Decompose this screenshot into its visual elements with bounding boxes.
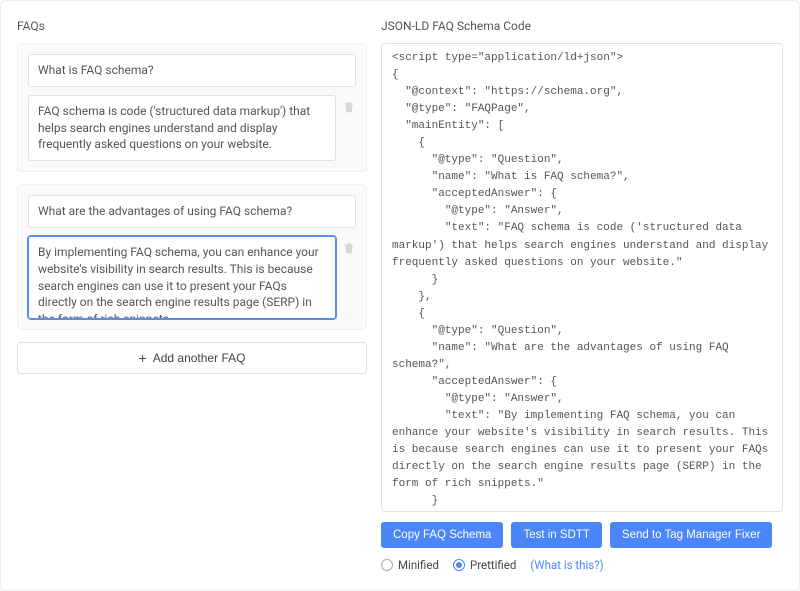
code-title: JSON-LD FAQ Schema Code: [381, 19, 783, 33]
copy-schema-button[interactable]: Copy FAQ Schema: [381, 522, 503, 548]
trash-icon[interactable]: [342, 99, 356, 115]
faq-question-input[interactable]: [28, 54, 356, 87]
faq-answer-input[interactable]: FAQ schema is code ('structured data mar…: [28, 95, 336, 161]
schema-code-output[interactable]: <script type="application/ld+json"> { "@…: [381, 43, 783, 512]
plus-icon: +: [139, 351, 147, 365]
minified-radio[interactable]: Minified: [381, 558, 439, 572]
format-radio-row: Minified Prettified (What is this?): [381, 558, 783, 572]
add-faq-label: Add another FAQ: [153, 351, 246, 365]
prettified-radio[interactable]: Prettified: [453, 558, 516, 572]
radio-icon: [381, 559, 393, 571]
faqs-title: FAQs: [17, 19, 367, 33]
what-is-this-link[interactable]: (What is this?): [530, 558, 603, 572]
action-buttons-row: Copy FAQ Schema Test in SDTT Send to Tag…: [381, 522, 783, 548]
faq-item: By implementing FAQ schema, you can enha…: [17, 184, 367, 330]
send-tag-manager-button[interactable]: Send to Tag Manager Fixer: [610, 522, 773, 548]
test-sdtt-button[interactable]: Test in SDTT: [511, 522, 601, 548]
add-faq-button[interactable]: + Add another FAQ: [17, 342, 367, 374]
faq-answer-input[interactable]: By implementing FAQ schema, you can enha…: [28, 236, 336, 319]
prettified-label: Prettified: [470, 558, 516, 572]
trash-icon[interactable]: [342, 240, 356, 256]
faqs-column: FAQs FAQ schema is code ('structured dat…: [17, 19, 367, 572]
code-column: JSON-LD FAQ Schema Code <script type="ap…: [381, 19, 783, 572]
radio-icon: [453, 559, 465, 571]
faq-answer-row: By implementing FAQ schema, you can enha…: [28, 236, 356, 319]
minified-label: Minified: [398, 558, 439, 572]
faq-answer-row: FAQ schema is code ('structured data mar…: [28, 95, 356, 161]
app-container: FAQs FAQ schema is code ('structured dat…: [0, 0, 800, 591]
faq-item: FAQ schema is code ('structured data mar…: [17, 43, 367, 172]
faq-question-input[interactable]: [28, 195, 356, 228]
